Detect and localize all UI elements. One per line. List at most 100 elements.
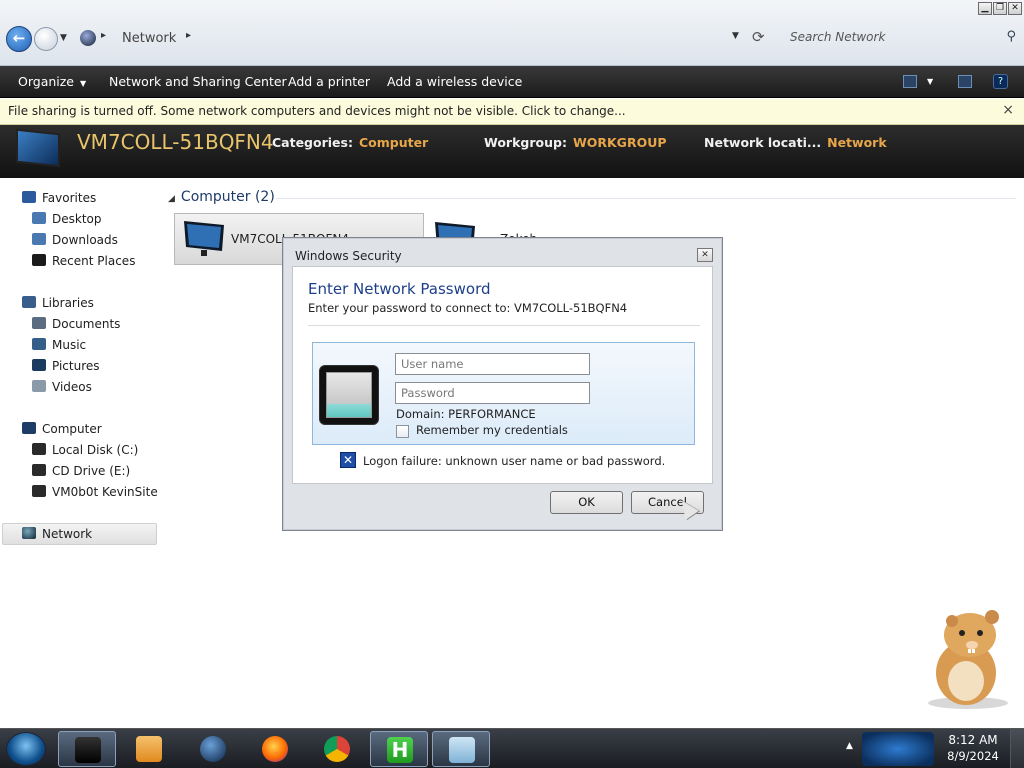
system-tray: ▲ bbox=[840, 729, 940, 768]
categories-label: Categories: bbox=[272, 135, 353, 150]
nav-label: Pictures bbox=[52, 359, 100, 373]
group-divider bbox=[276, 198, 1016, 199]
nav-label: Recent Places bbox=[52, 254, 136, 268]
change-view-icon[interactable] bbox=[903, 75, 917, 88]
recent-places-icon bbox=[32, 254, 46, 266]
details-pane: VM7COLL-51BQFN4 Categories: Computer Work… bbox=[0, 125, 1024, 178]
breadcrumb-separator-icon[interactable]: ▸ bbox=[101, 30, 106, 41]
show-hidden-icons-arrow-icon[interactable]: ▲ bbox=[846, 741, 853, 751]
documents-icon bbox=[32, 317, 46, 329]
network-drive-icon bbox=[32, 485, 46, 497]
control-panel-icon bbox=[449, 737, 475, 763]
address-bar: ▁ ❐ ✕ ← ▼ ▸ Network ▸ ▼ ⟳ Search Network… bbox=[0, 0, 1024, 66]
nav-pictures[interactable]: Pictures bbox=[32, 359, 100, 373]
firefox-icon bbox=[262, 736, 288, 762]
clock-time: 8:12 AM bbox=[948, 733, 998, 747]
domain-label: Domain: PERFORMANCE bbox=[396, 407, 536, 421]
nav-computer[interactable]: Computer bbox=[22, 422, 102, 436]
help-icon[interactable]: ? bbox=[993, 74, 1008, 89]
computer-monitor-icon bbox=[16, 128, 60, 168]
taskbar-globe-app-button[interactable] bbox=[184, 731, 242, 767]
dialog-subtitle: Enter your password to connect to: VM7CO… bbox=[308, 301, 628, 315]
close-window-button[interactable]: ✕ bbox=[1008, 2, 1022, 15]
user-avatar bbox=[319, 365, 379, 425]
close-icon[interactable]: × bbox=[1002, 102, 1014, 118]
nav-recent-places[interactable]: Recent Places bbox=[32, 254, 135, 268]
desktop-folder-icon bbox=[32, 212, 46, 224]
breadcrumb-separator-icon[interactable]: ▸ bbox=[186, 30, 191, 41]
ok-button[interactable]: OK bbox=[550, 491, 623, 514]
taskbar-control-panel-button[interactable] bbox=[432, 731, 490, 767]
remember-credentials-label[interactable]: Remember my credentials bbox=[416, 423, 568, 437]
cd-drive-icon bbox=[32, 464, 46, 476]
tray-icons-group[interactable] bbox=[862, 732, 934, 766]
collapse-triangle-icon[interactable]: ◢ bbox=[168, 194, 175, 204]
close-icon[interactable]: ✕ bbox=[697, 248, 713, 262]
nav-videos[interactable]: Videos bbox=[32, 380, 92, 394]
search-placeholder: Search Network bbox=[790, 30, 886, 44]
nav-documents[interactable]: Documents bbox=[32, 317, 120, 331]
nav-local-disk[interactable]: Local Disk (C:) bbox=[32, 443, 138, 457]
organize-button[interactable]: Organize ▼ bbox=[18, 74, 86, 89]
nav-label: Favorites bbox=[42, 191, 97, 205]
nav-kevinsite[interactable]: VM0b0t KevinSite bbox=[32, 485, 158, 499]
libraries-icon bbox=[22, 296, 36, 308]
music-icon bbox=[32, 338, 46, 350]
windows-security-dialog: Windows Security ✕ Enter Network Passwor… bbox=[282, 237, 723, 531]
network-sharing-center-button[interactable]: Network and Sharing Center bbox=[109, 74, 287, 89]
clock[interactable]: 8:12 AM 8/9/2024 bbox=[942, 733, 1004, 763]
network-globe-icon bbox=[22, 527, 36, 539]
categories-field: Categories: Computer bbox=[272, 135, 428, 150]
nav-label: Libraries bbox=[42, 296, 94, 310]
workgroup-label: Workgroup: bbox=[484, 135, 567, 150]
recent-pages-dropdown-icon[interactable]: ▼ bbox=[60, 33, 67, 43]
info-bar-text[interactable]: File sharing is turned off. Some network… bbox=[8, 104, 626, 118]
minimize-button[interactable]: ▁ bbox=[978, 2, 992, 15]
nav-network[interactable]: Network bbox=[22, 527, 92, 541]
taskbar-media-player-button[interactable] bbox=[120, 731, 178, 767]
taskbar-explorer-button[interactable] bbox=[58, 731, 116, 767]
organize-label: Organize bbox=[18, 74, 74, 89]
view-options-dropdown-icon[interactable]: ▼ bbox=[927, 77, 933, 86]
nav-music[interactable]: Music bbox=[32, 338, 86, 352]
taskbar-h-app-button[interactable]: H bbox=[370, 731, 428, 767]
address-dropdown-icon[interactable]: ▼ bbox=[732, 31, 739, 41]
search-input[interactable]: Search Network ⚲ bbox=[778, 27, 1022, 49]
add-printer-button[interactable]: Add a printer bbox=[288, 74, 370, 89]
nav-label: Videos bbox=[52, 380, 92, 394]
add-wireless-device-button[interactable]: Add a wireless device bbox=[387, 74, 522, 89]
globe-app-icon bbox=[200, 736, 226, 762]
nav-libraries[interactable]: Libraries bbox=[22, 296, 94, 310]
refresh-icon[interactable]: ⟳ bbox=[752, 28, 765, 46]
user-avatar-image bbox=[326, 372, 372, 418]
back-arrow-icon[interactable]: ← bbox=[6, 26, 32, 52]
media-player-icon bbox=[136, 736, 162, 762]
restore-button[interactable]: ❐ bbox=[993, 2, 1007, 15]
remember-credentials-checkbox[interactable] bbox=[396, 425, 409, 438]
nav-favorites[interactable]: Favorites bbox=[22, 191, 96, 205]
taskbar-chrome-button[interactable] bbox=[308, 731, 366, 767]
show-desktop-button[interactable] bbox=[1010, 729, 1024, 768]
preview-pane-icon[interactable] bbox=[958, 75, 972, 88]
computer-monitor-icon bbox=[184, 221, 224, 256]
network-location-field: Network locati... Network bbox=[704, 135, 887, 150]
password-field[interactable] bbox=[395, 382, 590, 404]
command-bar: Organize ▼ Network and Sharing Center Add… bbox=[0, 66, 1024, 98]
start-button[interactable] bbox=[6, 732, 46, 766]
nav-label: Music bbox=[52, 338, 87, 352]
computer-group-header[interactable]: ◢ Computer (2) bbox=[168, 189, 275, 205]
forward-arrow-icon[interactable] bbox=[34, 27, 58, 51]
categories-value: Computer bbox=[358, 135, 429, 150]
pictures-icon bbox=[32, 359, 46, 371]
nav-desktop[interactable]: Desktop bbox=[32, 212, 102, 226]
taskbar-firefox-button[interactable] bbox=[246, 731, 304, 767]
nav-downloads[interactable]: Downloads bbox=[32, 233, 118, 247]
search-icon[interactable]: ⚲ bbox=[1006, 29, 1016, 44]
workgroup-value: WORKGROUP bbox=[572, 135, 667, 150]
username-field[interactable] bbox=[395, 353, 590, 375]
nav-label: Documents bbox=[52, 317, 121, 331]
breadcrumb-network[interactable]: Network bbox=[122, 31, 176, 46]
file-sharing-info-bar[interactable]: File sharing is turned off. Some network… bbox=[0, 99, 1024, 125]
window-caption-buttons: ▁ ❐ ✕ bbox=[978, 2, 1022, 15]
nav-cd-drive[interactable]: CD Drive (E:) bbox=[32, 464, 130, 478]
